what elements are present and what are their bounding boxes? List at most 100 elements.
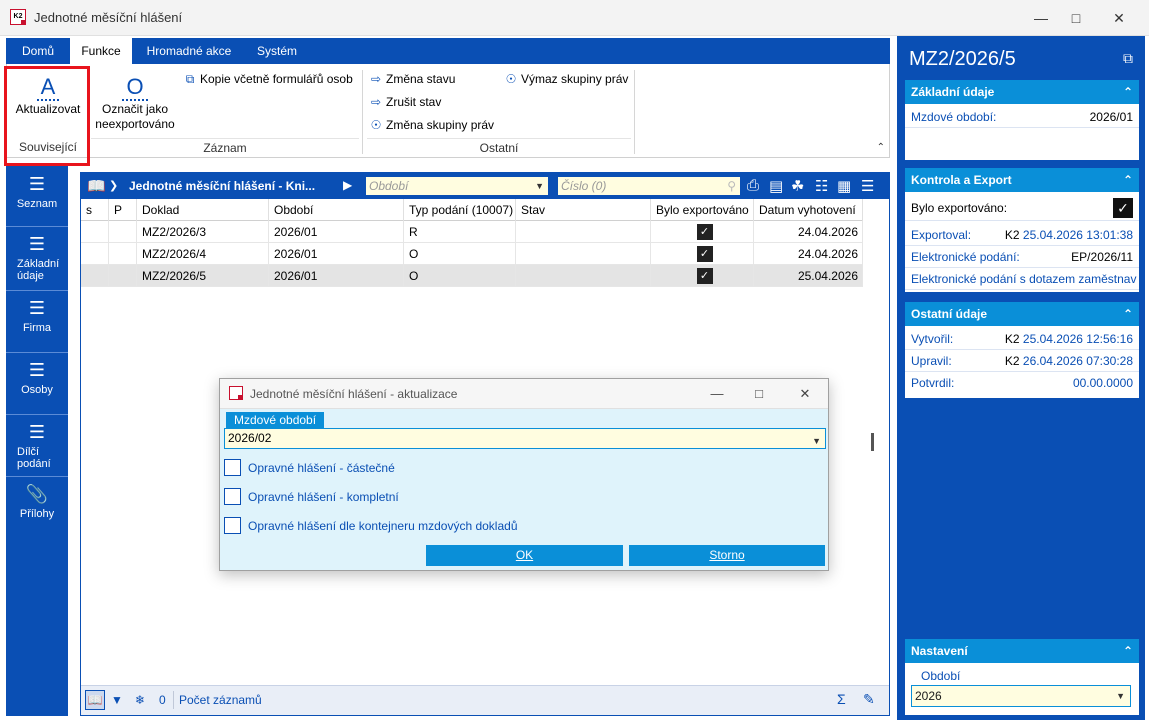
zmena-skupiny-prav-button[interactable]: ☉ Změna skupiny práv [369,118,494,132]
checkbox-box[interactable] [224,488,241,505]
section-header[interactable]: Základní údaje ⌃ [905,80,1139,104]
chevron-up-icon[interactable]: ⌃ [1123,302,1133,326]
kv-potvrdil: Potvrdil: 00.00.0000 [911,376,1133,390]
sum-icon[interactable]: Σ [837,691,846,707]
chart-icon[interactable]: ▤ [769,177,783,195]
snowflake-icon[interactable]: ❄ [135,693,145,707]
section-header[interactable]: Kontrola a Export ⌃ [905,168,1139,192]
menu-icon[interactable]: ☰ [861,177,874,195]
table-row[interactable]: MZ2/2026/3 2026/01 R ✓ 24.04.2026 [81,221,863,243]
table-row[interactable]: MZ2/2026/4 2026/01 O ✓ 24.04.2026 [81,243,863,265]
title-bar: K2 Jednotné měsíční hlášení — □ ✕ [0,0,1149,36]
section-kontrola-export: Kontrola a Export ⌃ Bylo exportováno: ✓ … [905,168,1139,292]
nav-item-zakladni-udaje[interactable]: ☰ Základní údaje [6,234,68,282]
storno-button[interactable]: Storno [629,545,825,566]
chevron-up-icon[interactable]: ⌃ [1123,80,1133,104]
oznacit-label-1: Označit jako [101,102,169,116]
nastaveni-obdobi-label: Období [921,669,961,683]
chevron-up-icon[interactable]: ⌃ [1123,168,1133,192]
open-external-icon[interactable]: ⧉ [1123,50,1133,67]
oznacit-label-2: neexportováno [95,117,175,131]
nastaveni-obdobi-input[interactable]: 2026 ▼ [911,685,1131,707]
grid-title[interactable]: Jednotné měsíční hlášení - Kni... [129,179,315,193]
group-rights-icon: ☉ [370,118,382,132]
filter-obdobi-input[interactable]: Období ▼ [365,176,549,196]
play-icon[interactable]: ▶ [343,178,352,192]
filter-cislo-input[interactable]: Číslo (0) ⚲ [557,176,741,196]
dropdown-icon[interactable]: ▼ [1116,686,1125,706]
excel-icon[interactable]: ▦ [837,177,851,195]
dropdown-icon[interactable]: ▼ [535,177,544,195]
grid-footer: 📖 ▼ ❄ 0 Počet záznamů Σ ✎ [81,685,889,715]
chevron-down-icon[interactable]: ❯ [109,179,118,192]
tab-system[interactable]: Systém [246,38,308,64]
mzdove-obdobi-input[interactable]: 2026/02 ▼ [224,428,826,449]
section-ostatni-udaje: Ostatní údaje ⌃ Vytvořil: K2 25.04.2026 … [905,302,1139,398]
count-value: 0 [159,693,166,707]
col-obdobi[interactable]: Období [269,199,404,221]
kopie-button[interactable]: ⧉ Kopie včetně formulářů osob [183,72,353,87]
tab-domu[interactable]: Domů [10,38,66,64]
book-icon[interactable]: 📖 [85,690,105,710]
oznacit-neexportovano-button[interactable]: O Označit jako neexportováno [91,72,179,132]
kv-bylo-exportovano: Bylo exportováno: ✓ [905,197,1139,221]
col-p[interactable]: P [109,199,137,221]
filter-icon[interactable]: ▼ [111,693,123,707]
close-icon[interactable]: ✕ [792,383,818,405]
zmena-stavu-button[interactable]: ⇨ Změna stavu [369,72,455,86]
edit-icon[interactable]: ✎ [863,691,875,708]
grid-toolbar: 📖 ❯ Jednotné měsíční hlášení - Kni... ▶ … [81,173,889,199]
kv-elektronicke-podani: Elektronické podání: EP/2026/11 [905,246,1139,268]
tab-funkce[interactable]: Funkce [70,38,132,64]
ribbon-collapse-icon[interactable]: ⌃ [877,142,885,153]
kv-elektronicke-podani-dotaz: Elektronické podání s dotazem zaměstnav [905,268,1139,290]
section-header[interactable]: Ostatní údaje ⌃ [905,302,1139,326]
print-icon[interactable]: ⎙ [747,177,759,194]
zrusit-stav-button[interactable]: ⇨ Zrušit stav [369,95,441,109]
minimize-icon[interactable]: — [1026,6,1056,30]
checkbox-checked-icon: ✓ [696,267,713,284]
minimize-icon[interactable]: — [704,383,730,405]
table-row[interactable]: MZ2/2026/5 2026/01 O ✓ 25.04.2026 [81,265,863,287]
col-s[interactable]: s [81,199,109,221]
book-icon[interactable]: 📖 [87,177,106,195]
grid-header: s P Doklad Období Typ podání (10007) Sta… [81,199,863,221]
nav-item-prilohy[interactable]: 📎 Přílohy [6,484,68,520]
ribbon-body: A Aktualizovat O Označit jako neexportov… [6,64,890,158]
col-datum-vyhotoveni[interactable]: Datum vyhotovení [754,199,863,221]
hierarchy-icon[interactable]: ☘ [791,177,804,195]
kv-vytvoril: Vytvořil: K2 25.04.2026 12:56:16 [905,328,1139,350]
vymaz-skupiny-prav-button[interactable]: ☉ Výmaz skupiny práv [504,72,629,86]
chevron-up-icon[interactable]: ⌃ [1123,639,1133,663]
detail-title: MZ2/2026/5 [909,48,1016,70]
scrollbar[interactable] [871,433,874,451]
col-stav[interactable]: Stav [516,199,651,221]
columns-icon[interactable]: ☷ [815,177,828,195]
nav-item-dilci-podani[interactable]: ☰ Dílčí podání [6,422,68,470]
nav-item-osoby[interactable]: ☰ Osoby [6,360,68,396]
section-nastaveni: Nastavení ⌃ Období 2026 ▼ [905,639,1139,715]
list-icon: ☰ [28,234,46,254]
checkbox-checked-icon: ✓ [696,245,713,262]
nav-item-firma[interactable]: ☰ Firma [6,298,68,334]
paperclip-icon: 📎 [25,484,49,504]
tab-hromadne-akce[interactable]: Hromadné akce [136,38,242,64]
checkbox-box[interactable] [224,517,241,534]
nav-item-seznam[interactable]: ☰ Seznam [6,174,68,210]
checkbox-box[interactable] [224,459,241,476]
dropdown-icon[interactable]: ▼ [812,432,821,451]
col-typ-podani[interactable]: Typ podání (10007) [404,199,516,221]
pocet-zaznamu-button[interactable]: Počet záznamů [179,693,262,707]
left-nav: ☰ Seznam ☰ Základní údaje ☰ Firma ☰ Osob… [6,166,68,716]
maximize-icon[interactable]: □ [1061,6,1091,30]
col-doklad[interactable]: Doklad [137,199,269,221]
group-rights-delete-icon: ☉ [505,72,517,86]
aktualizace-dialog: Jednotné měsíční hlášení - aktualizace —… [219,378,829,571]
section-header[interactable]: Nastavení ⌃ [905,639,1139,663]
maximize-icon[interactable]: □ [746,383,772,405]
copy-icon: ⧉ [185,72,195,86]
ok-button[interactable]: OK [426,545,623,566]
close-icon[interactable]: ✕ [1104,6,1134,30]
col-bylo-exportovano[interactable]: Bylo exportováno [651,199,754,221]
search-icon[interactable]: ⚲ [727,177,736,195]
